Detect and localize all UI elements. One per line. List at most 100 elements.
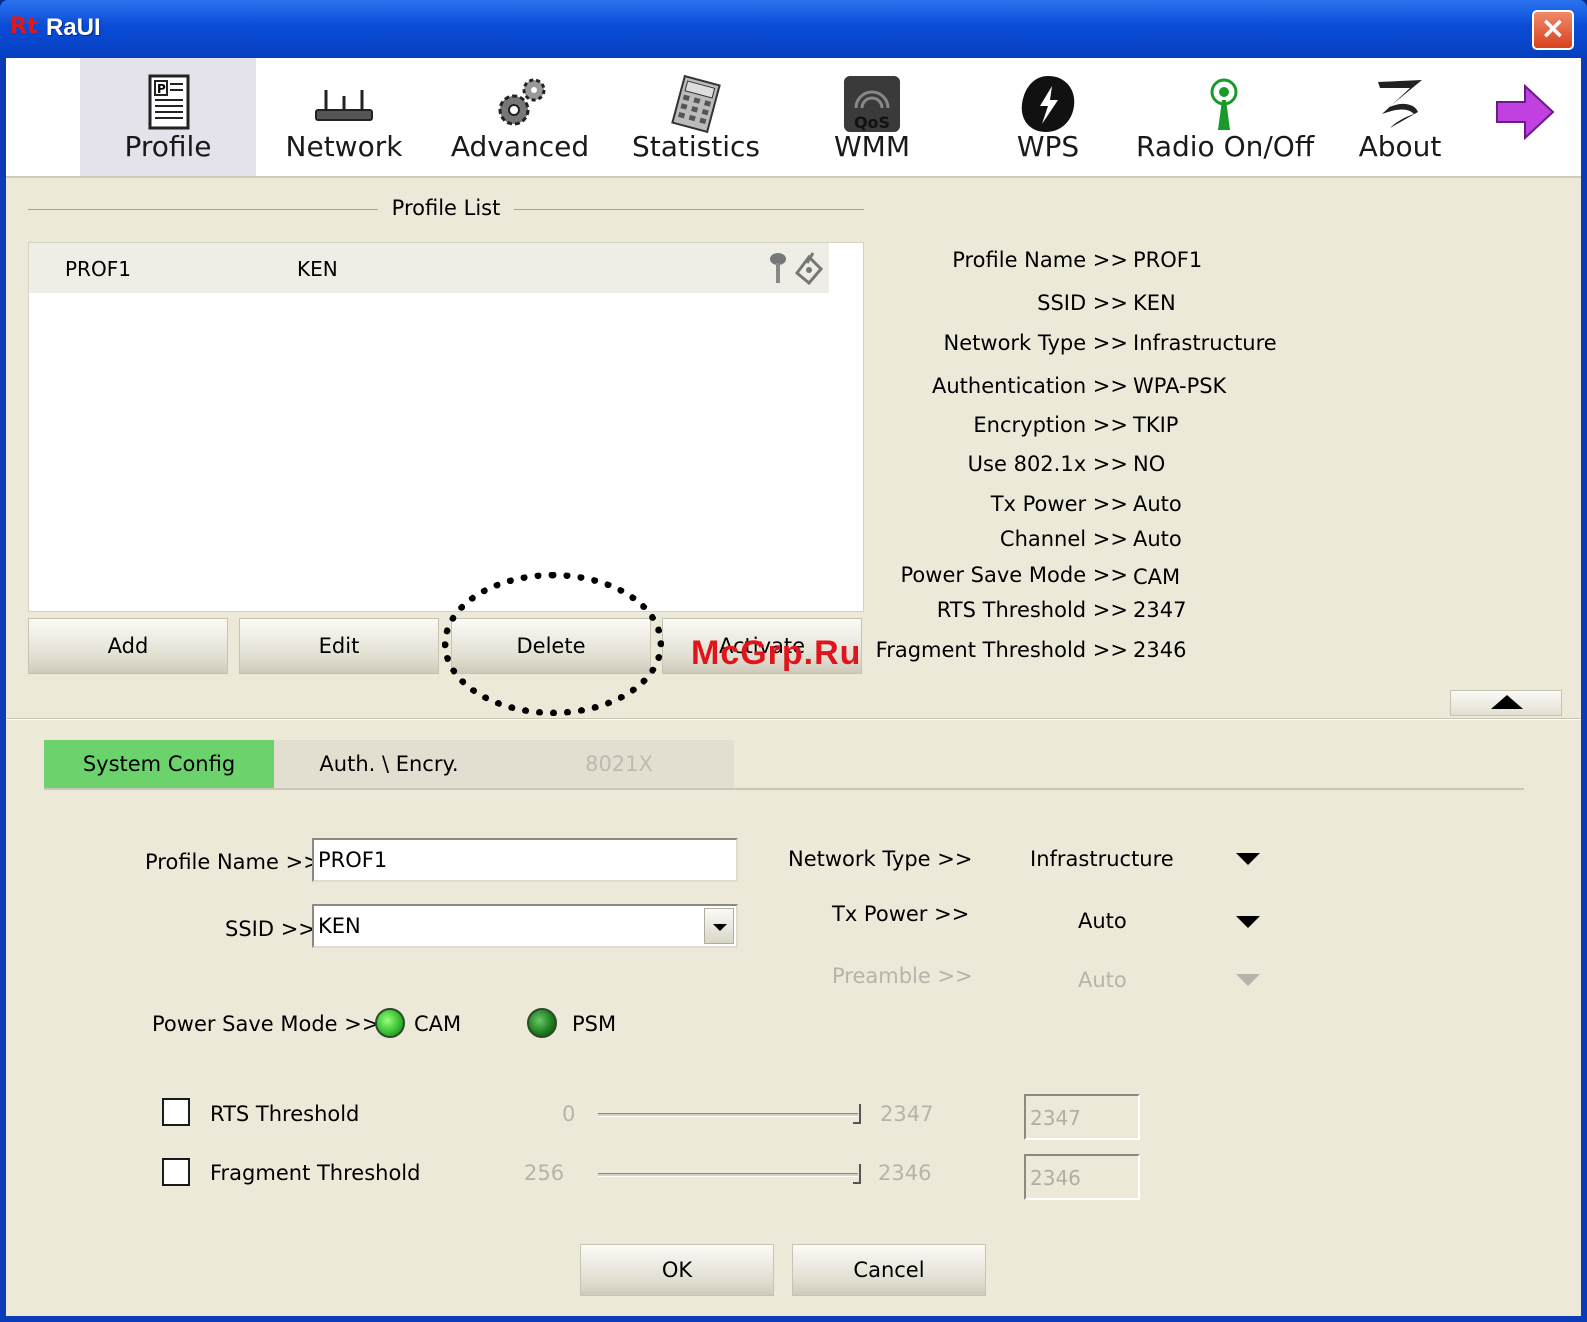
chevron-down-icon: [713, 924, 727, 931]
network-type-dropdown-icon[interactable]: [1236, 853, 1260, 865]
toolbar-label: About: [1358, 130, 1442, 163]
detail-value: CAM: [1133, 565, 1181, 589]
fragment-threshold-label: Fragment Threshold: [210, 1161, 421, 1185]
fragment-slider-track: [598, 1173, 858, 1177]
detail-label: Encryption >>: [973, 413, 1128, 437]
profile-name-field[interactable]: PROF1: [312, 838, 738, 882]
detail-label: Profile Name >>: [952, 248, 1128, 272]
fragment-min-label: 256: [524, 1161, 565, 1185]
tab-auth-encry[interactable]: Auth. \ Encry.: [274, 740, 504, 788]
toolbar-network-button[interactable]: Network: [256, 58, 432, 176]
profile-list-title: Profile List: [391, 196, 501, 220]
toolbar-label: WPS: [1016, 130, 1080, 163]
ok-button[interactable]: OK: [580, 1244, 774, 1296]
detail-value: Auto: [1133, 492, 1182, 516]
detail-value: PROF1: [1133, 248, 1203, 272]
rts-slider-thumb: [853, 1104, 861, 1124]
detail-value: WPA-PSK: [1133, 374, 1227, 398]
toolbar-radio-button[interactable]: Radio On/Off: [1136, 58, 1315, 176]
tab-underline: [44, 788, 1524, 790]
detail-label: RTS Threshold >>: [936, 598, 1128, 622]
fragment-value-field: 2346: [1024, 1154, 1140, 1200]
antenna-icon: [1210, 78, 1238, 130]
detail-label: Authentication >>: [931, 374, 1128, 398]
detail-label: SSID >>: [1037, 291, 1128, 315]
toolbar-wmm-button[interactable]: QoS WMM: [784, 58, 960, 176]
toolbar-statistics-button[interactable]: Statistics: [608, 58, 784, 176]
profile-name-cell: PROF1: [65, 257, 131, 281]
rts-min-label: 0: [562, 1102, 576, 1126]
wps-icon: [1021, 76, 1075, 132]
profile-ssid-cell: KEN: [297, 257, 338, 281]
profile-list[interactable]: PROF1 KEN: [28, 242, 864, 612]
add-button[interactable]: Add: [28, 618, 228, 674]
window-title: RaUI: [46, 14, 101, 41]
security-tag-icon: [794, 252, 824, 285]
toolbar-about-button[interactable]: About: [1312, 58, 1488, 176]
calculator-icon: [671, 74, 721, 134]
network-type-label: Network Type >>: [788, 847, 973, 871]
detail-label: Tx Power >>: [990, 492, 1128, 516]
ssid-value: KEN: [318, 914, 361, 938]
profile-list-header: Profile List: [28, 194, 864, 224]
toolbar-wps-button[interactable]: WPS: [960, 58, 1136, 176]
key-icon: [770, 253, 786, 283]
detail-label: Use 802.1x >>: [967, 452, 1128, 476]
rts-threshold-checkbox[interactable]: [162, 1098, 190, 1126]
tx-power-value[interactable]: Auto: [1078, 909, 1127, 933]
collapse-button[interactable]: [1450, 690, 1562, 716]
profile-name-label: Profile Name >>: [145, 850, 321, 874]
app-window: Rt RaUI × P Profile Network Advanced Sta…: [0, 0, 1587, 1322]
fragment-threshold-checkbox[interactable]: [162, 1158, 190, 1186]
ssid-dropdown-button[interactable]: [704, 908, 734, 944]
app-logo-icon: Rt: [10, 14, 38, 39]
arrow-up-icon: [1491, 695, 1523, 709]
network-router-icon: [315, 90, 373, 121]
toolbar-label: WMM: [833, 130, 910, 163]
toolbar-label: Profile: [124, 130, 212, 163]
ssid-label: SSID >>: [225, 917, 316, 941]
preamble-label: Preamble >>: [832, 964, 973, 988]
preamble-dropdown-icon: [1236, 974, 1260, 986]
cam-radio[interactable]: [375, 1008, 405, 1038]
tab-system-config[interactable]: System Config: [44, 740, 274, 788]
toolbar-label: Radio On/Off: [1136, 130, 1315, 163]
detail-label: Network Type >>: [943, 331, 1128, 355]
psm-radio[interactable]: [527, 1008, 557, 1038]
tab-8021x: 8021X: [585, 752, 653, 776]
fragment-slider-thumb: [853, 1164, 861, 1184]
list-item[interactable]: PROF1 KEN: [29, 243, 829, 293]
detail-value: Auto: [1133, 527, 1182, 551]
profile-icon: P: [148, 74, 190, 130]
title-bar[interactable]: Rt RaUI ×: [0, 0, 1587, 58]
svg-text:P: P: [157, 82, 166, 96]
ssid-combobox[interactable]: KEN: [312, 904, 738, 948]
rts-threshold-label: RTS Threshold: [210, 1102, 360, 1126]
toolbar-profile-button[interactable]: P Profile: [80, 58, 256, 176]
gears-icon: [498, 78, 546, 126]
detail-value: 2347: [1133, 598, 1187, 622]
detail-value: NO: [1133, 452, 1166, 476]
qos-icon: QoS: [844, 76, 900, 132]
close-button[interactable]: ×: [1532, 10, 1574, 50]
detail-label: Fragment Threshold >>: [875, 638, 1128, 662]
detail-value: KEN: [1133, 291, 1176, 315]
rts-slider-track: [598, 1113, 858, 1117]
psm-label: PSM: [572, 1012, 617, 1036]
highlight-ring: [442, 572, 664, 716]
edit-button[interactable]: Edit: [239, 618, 439, 674]
network-type-value[interactable]: Infrastructure: [1030, 847, 1174, 871]
toolbar-label: Statistics: [632, 130, 760, 163]
preamble-value: Auto: [1078, 968, 1127, 992]
main-toolbar: P Profile Network Advanced Statistics Qo…: [6, 58, 1581, 178]
detail-value: TKIP: [1133, 413, 1179, 437]
cancel-button[interactable]: Cancel: [792, 1244, 986, 1296]
config-tabs: System Config Auth. \ Encry. 8021X: [44, 740, 734, 788]
cam-label: CAM: [414, 1012, 462, 1036]
tx-power-dropdown-icon[interactable]: [1236, 916, 1260, 928]
rts-max-label: 2347: [880, 1102, 934, 1126]
power-save-label: Power Save Mode >>: [152, 1012, 380, 1036]
toolbar-next-arrow-button[interactable]: [1490, 58, 1560, 176]
section-divider: [6, 718, 1581, 720]
toolbar-advanced-button[interactable]: Advanced: [432, 58, 608, 176]
